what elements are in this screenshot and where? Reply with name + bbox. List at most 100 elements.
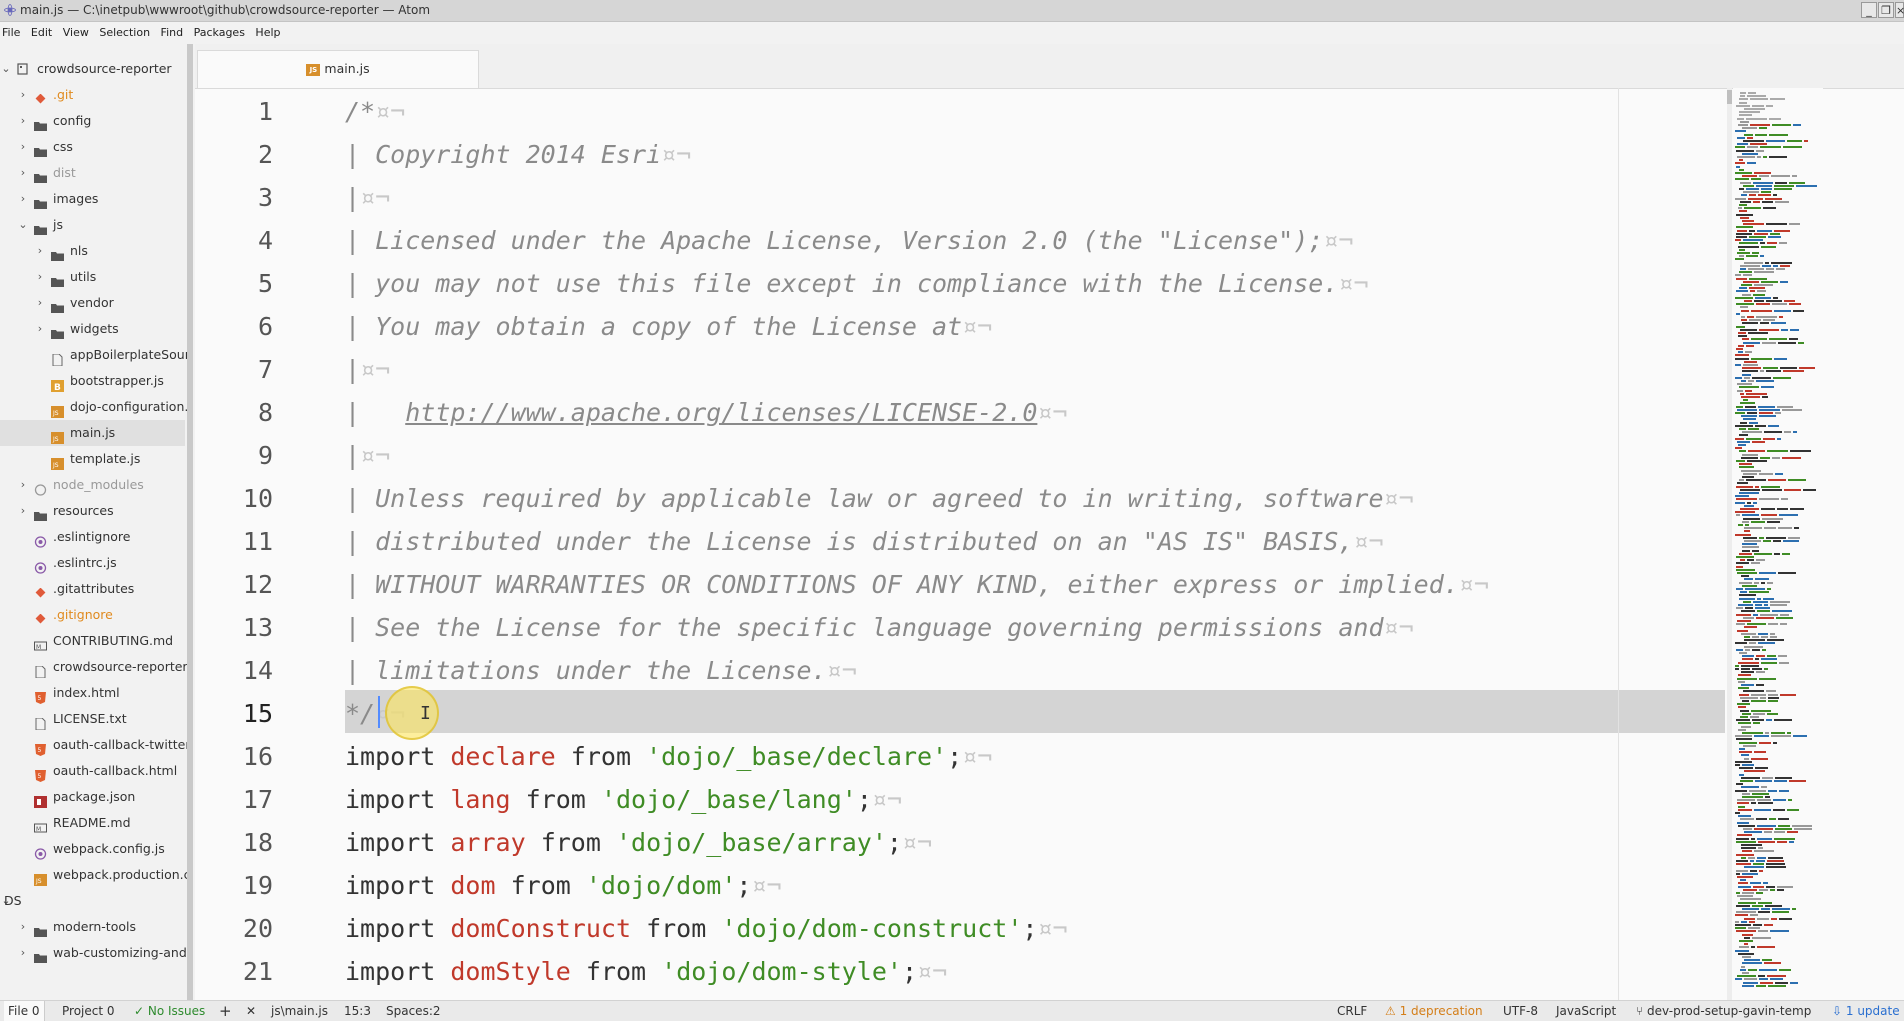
tree-item[interactable]: JS dojo-configuration.j — [0, 394, 190, 420]
minimap-line — [1736, 738, 1752, 741]
tree-item[interactable]: .eslintrc.js — [0, 550, 190, 576]
code-line[interactable]: import dom from 'dojo/dom';¤¬ — [345, 864, 782, 907]
tree-item[interactable]: .eslintignore — [0, 524, 190, 550]
tree-item[interactable]: JS webpack.production.cc — [0, 862, 190, 888]
status-file-path[interactable]: js\main.js — [271, 1001, 328, 1021]
tree-item[interactable]: › widgets — [0, 316, 190, 342]
linter-status[interactable]: ✓ No Issues — [134, 1001, 205, 1021]
tree-item-label: appBoilerplateSourc — [70, 347, 190, 362]
minimap-line — [1744, 527, 1762, 530]
menu-view[interactable]: View — [63, 22, 94, 44]
tree-item[interactable]: LICENSE.txt — [0, 706, 190, 732]
minimap-line — [1763, 597, 1774, 600]
minimap-line — [1738, 335, 1747, 338]
tree-item[interactable]: package.json — [0, 784, 190, 810]
tree-scrollbar[interactable] — [187, 44, 193, 1000]
status-file-tab[interactable]: File 0 — [4, 1001, 45, 1021]
tree-item[interactable]: › .git — [0, 82, 190, 108]
code-line[interactable]: /*¤¬ — [345, 90, 405, 133]
code-line[interactable]: | http://www.apache.org/licenses/LICENSE… — [345, 391, 1067, 434]
tree-project-root[interactable]: ⌄ crowdsource-reporter — [0, 56, 190, 82]
tree-item[interactable]: JS main.js — [0, 420, 185, 446]
editor-scrollbar[interactable] — [1727, 88, 1732, 1000]
tree-item[interactable]: .gitignore — [0, 602, 190, 628]
tree-item[interactable]: › wab-customizing-and- — [0, 940, 190, 966]
code-line[interactable]: import domStyle from 'dojo/dom-style';¤¬ — [345, 950, 947, 993]
minimize-button[interactable]: _ — [1861, 2, 1877, 18]
menu-edit[interactable]: Edit — [31, 22, 57, 44]
tree-item[interactable]: 5 oauth-callback-twitter. — [0, 732, 190, 758]
close-icon[interactable]: ✕ — [246, 1001, 256, 1021]
tree-item[interactable]: › dist — [0, 160, 190, 186]
editor-scrollbar-thumb[interactable] — [1727, 90, 1732, 104]
minimap-line — [1738, 674, 1751, 677]
code-line[interactable]: | Unless required by applicable law or a… — [345, 477, 1414, 520]
tree-item[interactable]: › config — [0, 108, 190, 134]
tree-item[interactable]: 5 index.html — [0, 680, 190, 706]
tree-item[interactable]: crowdsource-reporter.j — [0, 654, 190, 680]
code-line[interactable]: import array from 'dojo/_base/array';¤¬ — [345, 821, 932, 864]
tree-item[interactable]: webpack.config.js — [0, 836, 190, 862]
code-line[interactable]: |¤¬ — [345, 434, 390, 477]
code-line[interactable]: | Copyright 2014 Esri¤¬ — [345, 133, 691, 176]
code-line[interactable]: import declare from 'dojo/_base/declare'… — [345, 735, 992, 778]
tree-item[interactable]: 5 oauth-callback.html — [0, 758, 190, 784]
minimap-line — [1793, 309, 1804, 312]
minimap-line — [1735, 437, 1744, 440]
tree-item[interactable]: › resources — [0, 498, 190, 524]
status-project-tab[interactable]: Project 0 — [62, 1001, 115, 1021]
minimap-line — [1738, 207, 1742, 210]
menu-find[interactable]: Find — [161, 22, 189, 44]
tree-item[interactable]: M CONTRIBUTING.md — [0, 628, 190, 654]
close-window-button[interactable]: × — [1895, 2, 1904, 18]
tree-item[interactable]: Bbootstrapper.js — [0, 368, 190, 394]
tree-item[interactable]: JS template.js — [0, 446, 190, 472]
tree-item[interactable]: › images — [0, 186, 190, 212]
menu-file[interactable]: File — [2, 22, 25, 44]
line-ending-status[interactable]: CRLF — [1337, 1001, 1367, 1021]
code-line[interactable]: |¤¬ — [345, 348, 390, 391]
code-line[interactable]: | distributed under the License is distr… — [345, 520, 1384, 563]
tree-item[interactable]: ⌄ DS — [0, 888, 190, 914]
menu-help[interactable]: Help — [255, 22, 285, 44]
code-line[interactable]: | See the License for the specific langu… — [345, 606, 1414, 649]
update-status[interactable]: ⇩ 1 update — [1832, 1001, 1900, 1021]
code-line[interactable]: import lang from 'dojo/_base/lang';¤¬ — [345, 778, 902, 821]
restore-button[interactable]: ❐ — [1878, 2, 1894, 18]
minimap[interactable] — [1733, 88, 1823, 1000]
grammar-status[interactable]: JavaScript — [1556, 1001, 1616, 1021]
minimap-line — [1735, 927, 1746, 930]
deprecation-status[interactable]: ⚠ 1 deprecation — [1385, 1001, 1483, 1021]
tree-item-label: oauth-callback.html — [53, 763, 178, 778]
encoding-status[interactable]: UTF-8 — [1503, 1001, 1538, 1021]
tree-item[interactable]: .gitattributes — [0, 576, 190, 602]
tree-item[interactable]: › node_modules — [0, 472, 190, 498]
menu-packages[interactable]: Packages — [194, 22, 250, 44]
minimap-line — [1761, 485, 1780, 488]
code-line[interactable]: | You may obtain a copy of the License a… — [345, 305, 992, 348]
code-line[interactable]: | WITHOUT WARRANTIES OR CONDITIONS OF AN… — [345, 563, 1489, 606]
cursor-position[interactable]: 15:3 — [344, 1001, 371, 1021]
tree-item[interactable]: › nls — [0, 238, 190, 264]
code-line[interactable]: import domConstruct from 'dojo/dom-const… — [345, 907, 1068, 950]
tree-item[interactable]: › css — [0, 134, 190, 160]
indentation-status[interactable]: Spaces:2 — [386, 1001, 441, 1021]
tree-item[interactable]: › utils — [0, 264, 190, 290]
tree-item[interactable]: appBoilerplateSourc — [0, 342, 190, 368]
tree-item[interactable]: › vendor — [0, 290, 190, 316]
line-number: 16 — [242, 742, 273, 771]
code-line[interactable]: | you may not use this file except in co… — [345, 262, 1369, 305]
tree-item[interactable]: M README.md — [0, 810, 190, 836]
code-line[interactable]: |¤¬ — [345, 176, 390, 219]
code-line[interactable]: | limitations under the License.¤¬ — [345, 649, 857, 692]
add-icon[interactable]: + — [219, 1001, 232, 1021]
git-branch-status[interactable]: ⑂ dev-prod-setup-gavin-temp — [1636, 1001, 1811, 1021]
tree-item[interactable]: › modern-tools — [0, 914, 190, 940]
tree-item[interactable]: ⌄ js — [0, 212, 190, 238]
menu-selection[interactable]: Selection — [99, 22, 155, 44]
tab-main-js[interactable]: JS main.js — [197, 50, 479, 88]
code-line[interactable]: | Licensed under the Apache License, Ver… — [345, 219, 1353, 262]
minimap-line — [1744, 831, 1762, 834]
minimap-line — [1743, 690, 1764, 693]
minimap-line — [1750, 882, 1761, 885]
